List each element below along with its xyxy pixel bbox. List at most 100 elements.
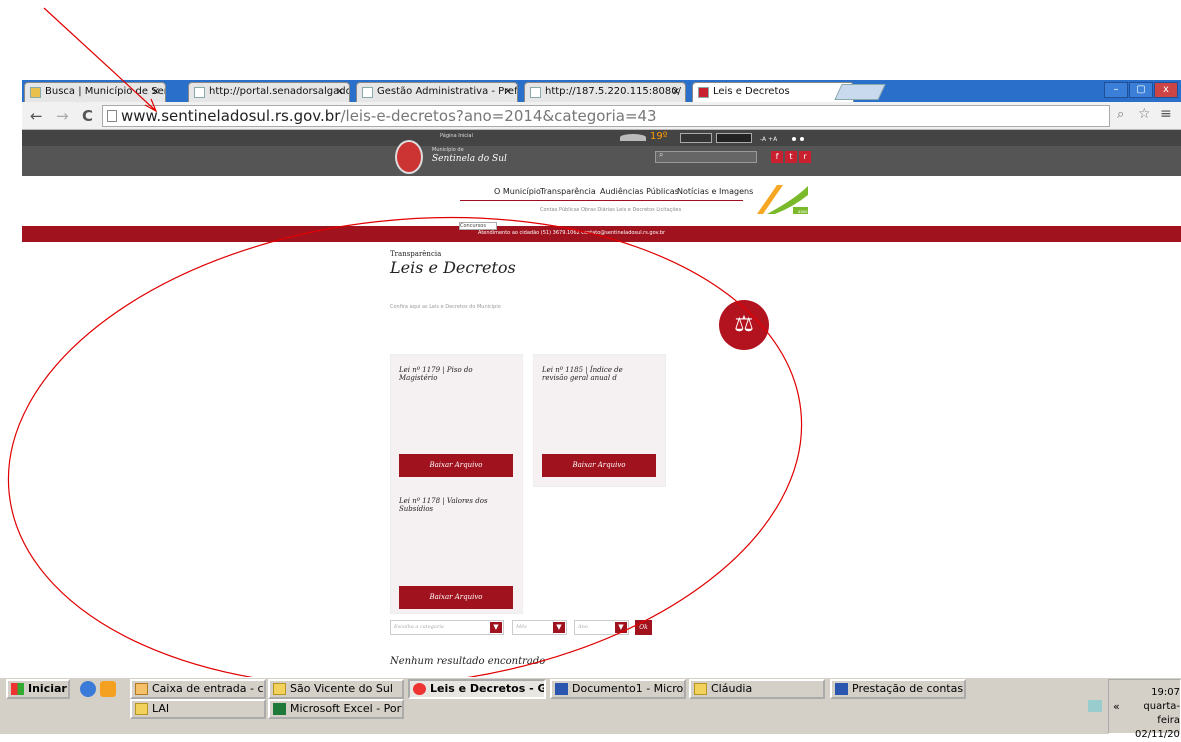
site-favicon-icon (698, 87, 709, 98)
home-link[interactable]: Página Inicial (440, 133, 473, 139)
contrast-icon[interactable] (792, 137, 796, 141)
year-select[interactable]: Ano ▼ (574, 620, 629, 635)
url-host: www.sentineladosul.rs.gov.br (121, 107, 341, 125)
partner-logo-icon (716, 133, 752, 143)
rss-icon[interactable]: r (799, 151, 811, 163)
word-icon (835, 683, 848, 695)
anniversary-logo-icon: anos (757, 185, 808, 214)
site-topbar (22, 130, 1181, 146)
chevron-down-icon: ▼ (490, 622, 502, 633)
forward-button[interactable]: → (56, 107, 69, 125)
close-window-button[interactable]: x (1154, 82, 1178, 98)
taskbar-item[interactable]: São Vicente do Sul (268, 679, 404, 699)
no-results-message: Nenhum resultado encontrado (390, 656, 546, 667)
law-card-title: Lei nº 1178 | Valores dos Subsídios (399, 497, 488, 513)
taskbar-item[interactable]: Documento1 - Microsoft ... (550, 679, 686, 699)
page-icon (530, 87, 541, 98)
scales-of-justice-icon: ⚖ (719, 300, 769, 350)
taskbar-item[interactable]: Cláudia (689, 679, 825, 699)
filter-ok-button[interactable]: Ok (635, 620, 652, 635)
maximize-button[interactable]: ▢ (1129, 82, 1153, 98)
page-title: Leis e Decretos (390, 258, 516, 277)
windows-logo-icon (11, 683, 24, 695)
municipio-small: Município de (432, 147, 464, 153)
page-icon (362, 87, 373, 98)
menu-icon[interactable]: ≡ (1160, 106, 1172, 122)
nav-municipio[interactable]: O Município (494, 187, 541, 196)
back-button[interactable]: ← (30, 107, 43, 125)
address-bar[interactable]: www.sentineladosul.rs.gov.br/leis-e-decr… (102, 105, 1110, 127)
url-path: /leis-e-decretos?ano=2014&categoria=43 (340, 107, 657, 125)
font-size-controls[interactable]: -A +A (760, 136, 777, 143)
category-select[interactable]: Escolha a categoria ▼ (390, 620, 504, 635)
partner-badge-icon (680, 133, 712, 143)
reload-button[interactable]: C (82, 107, 93, 125)
taskbar-item[interactable]: Caixa de entrada - claudi... (130, 679, 266, 699)
search-icon: ⌕ (659, 150, 664, 159)
contrast-icon[interactable] (800, 137, 804, 141)
chevron-down-icon: ▼ (553, 622, 565, 633)
excel-icon (273, 703, 286, 715)
start-button[interactable]: Iniciar (6, 679, 70, 699)
network-tray-icon[interactable] (1088, 700, 1102, 712)
outlook-quicklaunch-icon[interactable] (100, 681, 116, 697)
word-icon (555, 683, 568, 695)
folder-icon (273, 683, 286, 695)
download-button[interactable]: Baixar Arquivo (399, 454, 513, 477)
month-select[interactable]: Mês ▼ (512, 620, 567, 635)
law-card-title: Lei nº 1179 | Piso do Magistério (399, 366, 473, 382)
law-card (390, 354, 523, 614)
site-logo-text[interactable]: Sentinela do Sul (432, 154, 507, 164)
folder-icon (694, 683, 707, 695)
favicon-icon (30, 87, 41, 98)
nav-transparencia[interactable]: Transparência (540, 187, 596, 196)
download-button[interactable]: Baixar Arquivo (399, 586, 513, 609)
tab-busca[interactable]: Busca | Município de Senador× (24, 82, 166, 102)
nav-underline (460, 200, 743, 201)
zoom-icon[interactable]: ⌕ (1117, 107, 1124, 122)
download-button[interactable]: Baixar Arquivo (542, 454, 656, 477)
tab-close-icon[interactable]: × (504, 83, 512, 101)
page-icon (107, 110, 117, 122)
twitter-icon[interactable]: t (785, 151, 797, 163)
law-card-title: Lei nº 1185 | Índice de revisão geral an… (542, 366, 623, 382)
new-tab-button[interactable] (834, 84, 886, 100)
chevron-down-icon: ▼ (615, 622, 627, 633)
mail-icon (135, 683, 148, 695)
tab-gestao[interactable]: Gestão Administrativa - Prefe × (356, 82, 518, 102)
breadcrumb[interactable]: Transparência (390, 250, 441, 258)
site-search-input[interactable]: ⌕ (655, 150, 757, 163)
weather-icon (620, 134, 646, 141)
page-description: Confira aqui as Leis e Decretos do Munic… (390, 304, 501, 310)
clock-day: quarta-feira (1143, 701, 1180, 726)
nav-audiencias[interactable]: Audiências Públicas (600, 187, 679, 196)
minimize-button[interactable]: – (1104, 82, 1128, 98)
clock[interactable]: 19:07 quarta-feira 02/11/2016 (1135, 684, 1181, 742)
tab-portal[interactable]: http://portal.senadorsalgado × (188, 82, 350, 102)
contact-info: Atendimento ao cidadão (51) 3679.1062 co… (478, 230, 666, 236)
tab-close-icon[interactable]: × (672, 83, 680, 101)
nav-noticias[interactable]: Notícias e Imagens (677, 187, 753, 196)
anos-label: anos (798, 209, 808, 214)
temperature: 19º (650, 131, 668, 142)
taskbar-item[interactable]: Prestação de contas de ... (830, 679, 966, 699)
tray-expand-icon[interactable]: « (1113, 700, 1120, 713)
subnav[interactable]: Contas Públicas Obras Diárias Leis e Dec… (540, 207, 681, 213)
clock-time: 19:07 (1151, 687, 1180, 698)
page-icon (194, 87, 205, 98)
submenu-tooltip[interactable]: Concursos (459, 222, 497, 230)
star-icon[interactable]: ☆ (1138, 106, 1151, 122)
tab-ip[interactable]: http://187.5.220.115:8080/× (524, 82, 686, 102)
municipal-crest-icon (395, 140, 423, 174)
taskbar-item-active[interactable]: Leis e Decretos - Goo... (408, 679, 546, 699)
taskbar-item[interactable]: Microsoft Excel - Portais... (268, 699, 404, 719)
tab-close-icon[interactable]: × (152, 83, 160, 101)
tab-close-icon[interactable]: × (336, 83, 344, 101)
chrome-icon (413, 683, 426, 695)
taskbar-item[interactable]: LAI (130, 699, 266, 719)
ie-quicklaunch-icon[interactable] (80, 681, 96, 697)
facebook-icon[interactable]: f (771, 151, 783, 163)
folder-icon (135, 703, 148, 715)
tab-leis-decretos[interactable]: Leis e Decretos× (692, 82, 854, 102)
clock-date: 02/11/2016 (1135, 729, 1181, 740)
